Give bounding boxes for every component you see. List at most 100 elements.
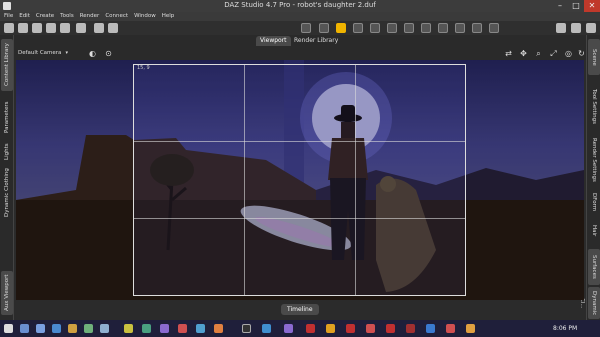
camera-label: Default Camera [18,50,62,56]
tab-scene[interactable]: Scene [588,39,600,75]
spot-render-icon[interactable] [455,23,465,33]
render-icon[interactable] [472,23,482,33]
aim-icon[interactable]: ◎ [564,49,573,58]
undo-icon[interactable] [94,23,104,33]
rotate-tool-icon[interactable] [353,23,363,33]
tab-lights[interactable]: Lights [1,141,13,163]
render-frame-area [134,65,465,295]
translate-tool-icon[interactable] [370,23,380,33]
taskbar-app-icon[interactable] [466,324,475,333]
tab-hair[interactable]: Hair [588,219,600,243]
grid-line [134,218,465,219]
chevron-down-icon: ▾ [65,50,68,56]
menu-create[interactable]: Create [36,12,54,21]
home-icon[interactable] [556,23,566,33]
left-pane-tabs: Content Library Parameters Lights Dynami… [0,35,14,322]
taskbar-app-icon[interactable] [36,324,45,333]
settings-icon[interactable] [571,23,581,33]
tab-render-library[interactable]: Render Library [290,36,342,46]
tab-content-library[interactable]: Content Library [1,39,13,91]
viewport-scene[interactable]: 15, 9 [16,60,584,300]
taskbar-app-icon[interactable] [306,324,315,333]
taskbar-app-icon[interactable] [142,324,151,333]
new-scene-icon[interactable] [4,23,14,33]
taskbar-app-icon[interactable] [446,324,455,333]
taskbar-app-icon[interactable] [196,324,205,333]
taskbar-app-icon[interactable] [124,324,133,333]
menu-window[interactable]: Window [134,12,156,21]
orbit-icon[interactable]: ⇄ [504,49,513,58]
menu-help[interactable]: Help [162,12,175,21]
clock[interactable]: 8:06 PM [553,325,577,332]
joint-editor-icon[interactable] [404,23,414,33]
tab-surfaces[interactable]: Surfaces [588,249,600,285]
tab-dynamic-clothing[interactable]: Dynamic Clothing [1,165,13,221]
menu-connect[interactable]: Connect [105,12,128,21]
zoom-icon[interactable]: ⌕ [534,49,543,58]
frame-icon[interactable]: ⤢ [549,49,558,58]
camera-tool-icon[interactable] [489,23,499,33]
menu-file[interactable]: File [4,12,13,21]
taskbar-app-icon[interactable] [100,324,109,333]
viewport-options-icon[interactable]: ⊙ [104,49,113,58]
daz-studio-window: DAZ Studio 4.7 Pro - robot's daughter 2.… [0,0,600,337]
region-navigator-icon[interactable] [438,23,448,33]
start-icon[interactable] [4,324,13,333]
surface-selection-icon[interactable] [421,23,431,33]
tab-dynamic-cl[interactable]: Dynamic Cl... [579,287,600,319]
minimize-button[interactable]: – [552,0,568,12]
taskbar-app-icon[interactable] [178,324,187,333]
camera-selector[interactable]: Default Camera ▾ [18,49,68,58]
taskbar-app-icon[interactable] [52,324,61,333]
taskbar-app-icon[interactable] [366,324,375,333]
menu-tools[interactable]: Tools [60,12,74,21]
node-selection-icon[interactable] [301,23,311,33]
layout-icon[interactable] [586,23,596,33]
taskbar-app-icon[interactable] [426,324,435,333]
grid-line [355,65,356,295]
save-as-icon[interactable] [60,23,70,33]
tab-viewport[interactable]: Viewport [256,36,291,46]
taskbar-app-icon[interactable] [406,324,415,333]
universal-tool-icon[interactable] [319,23,329,33]
taskbar-app-icon[interactable] [386,324,395,333]
taskbar-app-icon[interactable] [284,324,293,333]
close-button[interactable]: ✕ [584,0,600,12]
title-bar: DAZ Studio 4.7 Pro - robot's daughter 2.… [0,0,600,12]
active-pose-tool-icon[interactable] [336,23,346,33]
tab-timeline[interactable]: Timeline [281,304,319,315]
taskbar-app-icon[interactable] [84,324,93,333]
taskbar-app-icon[interactable] [262,324,271,333]
taskbar-app-icon[interactable] [242,324,251,333]
open-icon[interactable] [18,23,28,33]
tab-parameters[interactable]: Parameters [1,95,13,139]
menu-edit[interactable]: Edit [19,12,30,21]
render-frame [133,64,466,296]
taskbar-app-icon[interactable] [346,324,355,333]
window-title: DAZ Studio 4.7 Pro - robot's daughter 2.… [224,1,376,9]
menu-render[interactable]: Render [80,12,100,21]
tab-dform[interactable]: DForm [588,187,600,217]
merge-icon[interactable] [32,23,42,33]
tab-render-settings[interactable]: Render Settings [588,135,600,185]
maximize-button[interactable]: □ [568,0,584,12]
tab-aux-viewport[interactable]: Aux Viewport [1,271,13,315]
grid-line [244,65,245,295]
taskbar-app-icon[interactable] [326,324,335,333]
draw-style-icon[interactable]: ◐ [88,49,97,58]
scale-tool-icon[interactable] [387,23,397,33]
taskbar-app-icon[interactable] [68,324,77,333]
reset-view-icon[interactable]: ↻ [577,49,586,58]
taskbar-app-icon[interactable] [160,324,169,333]
window-controls: – □ ✕ [552,0,600,12]
redo-icon[interactable] [108,23,118,33]
grid-line [134,141,465,142]
viewport-header: Viewport Render Library [14,35,586,47]
taskbar-app-icon[interactable] [214,324,223,333]
pan-icon[interactable]: ✥ [519,49,528,58]
menu-bar: File Edit Create Tools Render Connect Wi… [0,12,600,21]
cut-icon[interactable] [76,23,86,33]
taskbar-app-icon[interactable] [20,324,29,333]
tab-tool-settings[interactable]: Tool Settings [588,81,600,131]
save-icon[interactable] [46,23,56,33]
